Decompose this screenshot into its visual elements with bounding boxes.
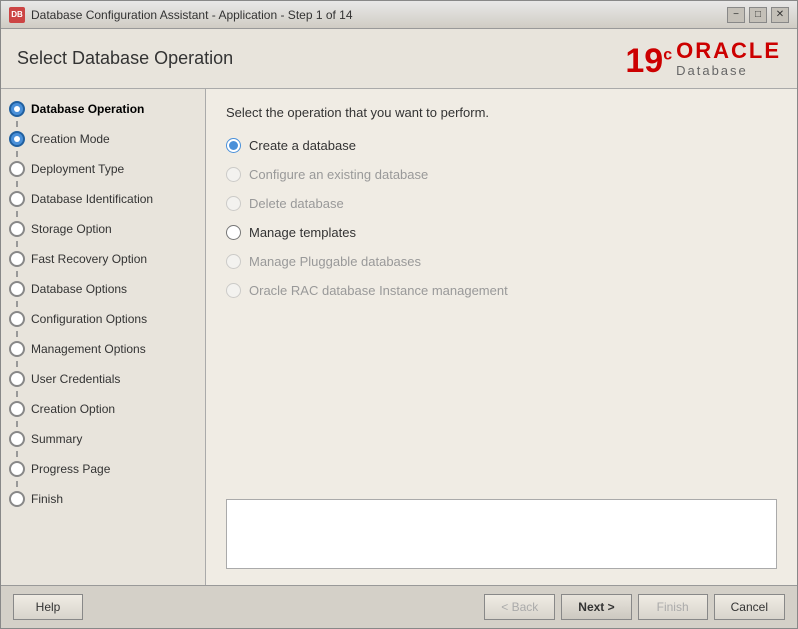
sidebar-label-2: Creation Mode bbox=[31, 132, 110, 146]
sidebar-item-finish[interactable]: Finish bbox=[1, 487, 205, 511]
step-indicator-5 bbox=[9, 221, 25, 237]
sidebar-item-database-operation[interactable]: Database Operation bbox=[1, 97, 205, 121]
step-indicator-9 bbox=[9, 341, 25, 357]
cancel-button[interactable]: Cancel bbox=[714, 594, 785, 620]
radio-rac bbox=[226, 283, 241, 298]
back-button[interactable]: < Back bbox=[484, 594, 555, 620]
radio-item-configure: Configure an existing database bbox=[226, 167, 777, 182]
main-window: DB Database Configuration Assistant - Ap… bbox=[0, 0, 798, 629]
step-indicator-11 bbox=[9, 401, 25, 417]
step-indicator-4 bbox=[9, 191, 25, 207]
step-indicator-3 bbox=[9, 161, 25, 177]
window-controls: − □ ✕ bbox=[727, 7, 789, 23]
radio-configure-label: Configure an existing database bbox=[249, 167, 428, 182]
sidebar-label-6: Fast Recovery Option bbox=[31, 252, 147, 266]
sidebar-label-13: Progress Page bbox=[31, 462, 110, 476]
oracle-brand: ORACLE bbox=[676, 39, 781, 63]
step-indicator-8 bbox=[9, 311, 25, 327]
radio-templates-label[interactable]: Manage templates bbox=[249, 225, 356, 240]
close-button[interactable]: ✕ bbox=[771, 7, 789, 23]
step-indicator-13 bbox=[9, 461, 25, 477]
sidebar-item-progress-page[interactable]: Progress Page bbox=[1, 457, 205, 481]
oracle-product: Database bbox=[676, 63, 748, 78]
radio-item-create[interactable]: Create a database bbox=[226, 138, 777, 153]
content-area: Database Operation Creation Mode Deploym… bbox=[1, 89, 797, 585]
radio-pluggable-label: Manage Pluggable databases bbox=[249, 254, 421, 269]
radio-pluggable bbox=[226, 254, 241, 269]
step-indicator-7 bbox=[9, 281, 25, 297]
sidebar-label-7: Database Options bbox=[31, 282, 127, 296]
step-indicator-14 bbox=[9, 491, 25, 507]
radio-create[interactable] bbox=[226, 138, 241, 153]
step-indicator-1 bbox=[9, 101, 25, 117]
main-content: Select the operation that you want to pe… bbox=[206, 89, 797, 483]
sidebar-label-14: Finish bbox=[31, 492, 63, 506]
footer: Help < Back Next > Finish Cancel bbox=[1, 585, 797, 628]
sidebar-item-user-credentials[interactable]: User Credentials bbox=[1, 367, 205, 391]
help-button[interactable]: Help bbox=[13, 594, 83, 620]
step-indicator-6 bbox=[9, 251, 25, 267]
header: Select Database Operation 19c ORACLE Dat… bbox=[1, 29, 797, 89]
sidebar-item-storage-option[interactable]: Storage Option bbox=[1, 217, 205, 241]
step-indicator-10 bbox=[9, 371, 25, 387]
sidebar-label-1: Database Operation bbox=[31, 102, 144, 116]
sidebar-label-3: Deployment Type bbox=[31, 162, 124, 176]
radio-item-rac: Oracle RAC database Instance management bbox=[226, 283, 777, 298]
page-title: Select Database Operation bbox=[17, 48, 233, 69]
radio-item-delete: Delete database bbox=[226, 196, 777, 211]
sidebar-item-fast-recovery[interactable]: Fast Recovery Option bbox=[1, 247, 205, 271]
radio-rac-label: Oracle RAC database Instance management bbox=[249, 283, 508, 298]
radio-delete bbox=[226, 196, 241, 211]
sidebar-label-11: Creation Option bbox=[31, 402, 115, 416]
radio-create-label[interactable]: Create a database bbox=[249, 138, 356, 153]
sidebar-label-4: Database Identification bbox=[31, 192, 153, 206]
sidebar-item-management-options[interactable]: Management Options bbox=[1, 337, 205, 361]
footer-right: < Back Next > Finish Cancel bbox=[484, 594, 785, 620]
radio-item-templates[interactable]: Manage templates bbox=[226, 225, 777, 240]
radio-templates[interactable] bbox=[226, 225, 241, 240]
radio-item-pluggable: Manage Pluggable databases bbox=[226, 254, 777, 269]
radio-configure bbox=[226, 167, 241, 182]
sidebar-label-5: Storage Option bbox=[31, 222, 112, 236]
oracle-logo: 19c ORACLE Database bbox=[625, 39, 781, 78]
next-button[interactable]: Next > bbox=[561, 594, 631, 620]
sidebar-label-10: User Credentials bbox=[31, 372, 120, 386]
sidebar-item-database-options[interactable]: Database Options bbox=[1, 277, 205, 301]
titlebar: DB Database Configuration Assistant - Ap… bbox=[1, 1, 797, 29]
instruction-text: Select the operation that you want to pe… bbox=[226, 105, 777, 120]
sidebar-item-database-identification[interactable]: Database Identification bbox=[1, 187, 205, 211]
sidebar-item-deployment-type[interactable]: Deployment Type bbox=[1, 157, 205, 181]
maximize-button[interactable]: □ bbox=[749, 7, 767, 23]
radio-delete-label: Delete database bbox=[249, 196, 344, 211]
radio-group: Create a database Configure an existing … bbox=[226, 138, 777, 298]
sidebar-label-9: Management Options bbox=[31, 342, 146, 356]
minimize-button[interactable]: − bbox=[727, 7, 745, 23]
sidebar: Database Operation Creation Mode Deploym… bbox=[1, 89, 206, 585]
sidebar-label-12: Summary bbox=[31, 432, 82, 446]
sidebar-label-8: Configuration Options bbox=[31, 312, 147, 326]
sidebar-item-configuration-options[interactable]: Configuration Options bbox=[1, 307, 205, 331]
info-box bbox=[226, 499, 777, 569]
sidebar-item-creation-option[interactable]: Creation Option bbox=[1, 397, 205, 421]
main-panel: Select the operation that you want to pe… bbox=[206, 89, 797, 585]
oracle-version: 19c bbox=[625, 44, 672, 78]
finish-button[interactable]: Finish bbox=[638, 594, 708, 620]
step-indicator-12 bbox=[9, 431, 25, 447]
sidebar-item-creation-mode[interactable]: Creation Mode bbox=[1, 127, 205, 151]
sidebar-item-summary[interactable]: Summary bbox=[1, 427, 205, 451]
oracle-text: ORACLE Database bbox=[676, 39, 781, 78]
app-icon: DB bbox=[9, 7, 25, 23]
window-title: Database Configuration Assistant - Appli… bbox=[31, 8, 727, 22]
step-indicator-2 bbox=[9, 131, 25, 147]
